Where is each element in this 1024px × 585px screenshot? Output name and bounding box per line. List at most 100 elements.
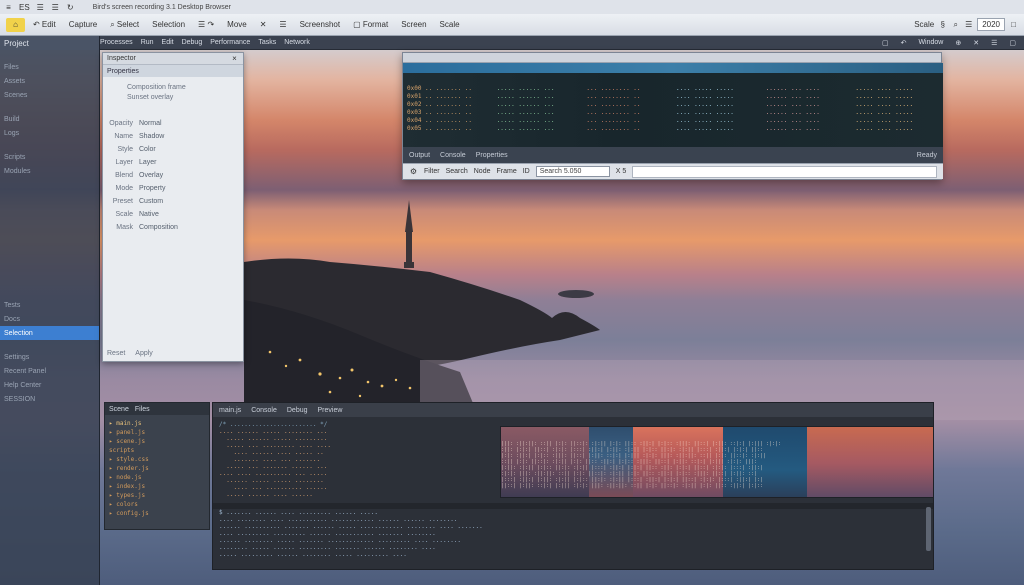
toolbar-screenshot-button[interactable]: Screenshot bbox=[295, 18, 345, 32]
tree-item[interactable]: ▸ main.js bbox=[109, 419, 209, 428]
menu-debug[interactable]: Debug bbox=[182, 39, 203, 46]
sidebar-item-modules[interactable]: Modules bbox=[0, 164, 99, 178]
tree-item[interactable]: ▸ colors bbox=[109, 500, 209, 509]
add-icon[interactable]: ⊕ bbox=[955, 39, 961, 47]
status-properties[interactable]: Properties bbox=[476, 152, 508, 159]
property-value[interactable]: Native bbox=[139, 211, 159, 218]
tree-item[interactable]: ▸ scene.js bbox=[109, 437, 209, 446]
apply-button[interactable]: Apply bbox=[135, 350, 153, 357]
property-value[interactable]: Normal bbox=[139, 120, 162, 127]
refresh-icon[interactable]: ↻ bbox=[66, 3, 75, 12]
tree-item[interactable]: scripts bbox=[109, 446, 209, 455]
tree-item[interactable]: ▸ render.js bbox=[109, 464, 209, 473]
toolbar-select-button[interactable]: ⌕ Select bbox=[105, 18, 144, 32]
tab-main-js[interactable]: main.js bbox=[219, 407, 241, 414]
tab-debug[interactable]: Debug bbox=[287, 407, 308, 414]
status-console[interactable]: Console bbox=[440, 152, 466, 159]
toolbar-home-button[interactable]: ⌂ bbox=[6, 17, 25, 32]
editor-scrollbar[interactable] bbox=[926, 507, 931, 551]
list-icon[interactable]: ☰ bbox=[36, 3, 45, 12]
property-value[interactable]: Layer bbox=[139, 159, 157, 166]
menu-network[interactable]: Network bbox=[284, 39, 310, 46]
tab-scene[interactable]: Scene bbox=[109, 406, 129, 413]
property-row[interactable]: Style Color bbox=[103, 143, 243, 156]
terminal-view[interactable]: $ ....... ...... .... ......... ...... .… bbox=[219, 509, 909, 567]
sidebar-item-logs[interactable]: Logs bbox=[0, 126, 99, 140]
property-row[interactable]: Name Shadow bbox=[103, 130, 243, 143]
tree-item[interactable]: ▸ index.js bbox=[109, 482, 209, 491]
frame-label[interactable]: Frame bbox=[496, 168, 516, 175]
sidebar-item-tests[interactable]: Tests bbox=[0, 298, 99, 312]
window-icon[interactable]: □ bbox=[1009, 20, 1018, 29]
tree-item[interactable]: ▸ style.css bbox=[109, 455, 209, 464]
property-value[interactable]: Custom bbox=[139, 198, 163, 205]
undo-icon[interactable]: ↶ bbox=[901, 39, 907, 47]
gear-icon[interactable]: ⚙ bbox=[409, 167, 418, 176]
tree-item[interactable]: ▸ panel.js bbox=[109, 428, 209, 437]
sidebar-item-files[interactable]: Files bbox=[0, 60, 99, 74]
property-row[interactable]: Mode Property bbox=[103, 182, 243, 195]
id-label[interactable]: ID bbox=[523, 168, 530, 175]
property-row[interactable]: Preset Custom bbox=[103, 195, 243, 208]
tree-item[interactable]: ▸ types.js bbox=[109, 491, 209, 500]
menu-edit[interactable]: Edit bbox=[162, 39, 174, 46]
tab-console[interactable]: Console bbox=[251, 407, 277, 414]
menu-icon-right[interactable]: ☰ bbox=[964, 20, 973, 29]
preview-timeline[interactable]: |||: :||:||: ::|| |:|: ||::|: :|:|| |:|:… bbox=[500, 426, 934, 498]
node-label[interactable]: Node bbox=[474, 168, 491, 175]
property-value[interactable]: Overlay bbox=[139, 172, 163, 179]
scale-label[interactable]: Scale bbox=[914, 20, 934, 29]
menu-icon[interactable]: ≡ bbox=[4, 3, 13, 12]
sidebar-item-scenes[interactable]: Scenes bbox=[0, 88, 99, 102]
property-value[interactable]: Shadow bbox=[139, 133, 164, 140]
menu-processes[interactable]: Processes bbox=[100, 39, 133, 46]
property-value[interactable]: Composition bbox=[139, 224, 178, 231]
toolbar-list-button[interactable]: ☰ bbox=[274, 18, 291, 32]
status-output[interactable]: Output bbox=[409, 152, 430, 159]
property-row[interactable]: Mask Composition bbox=[103, 221, 243, 234]
toolbar-screen-button[interactable]: Screen bbox=[396, 18, 431, 32]
zoom-field[interactable]: 2020 bbox=[977, 18, 1005, 31]
sidebar-footer-recent[interactable]: Recent Panel bbox=[0, 364, 99, 378]
panel-icon[interactable]: ▢ bbox=[882, 39, 889, 47]
tree-item[interactable]: ▸ node.js bbox=[109, 473, 209, 482]
filter-label[interactable]: Filter bbox=[424, 168, 440, 175]
log-data-view[interactable]: 0x00 .. ....... .. 0x01 .. ....... .. 0x… bbox=[403, 63, 943, 147]
toolbar-capture-button[interactable]: Capture bbox=[64, 18, 102, 32]
property-row[interactable]: Blend Overlay bbox=[103, 169, 243, 182]
toolbar-redo-button[interactable]: ☰ ↷ bbox=[193, 18, 219, 32]
close-icon[interactable]: × bbox=[230, 54, 239, 63]
sidebar-item-build[interactable]: Build bbox=[0, 112, 99, 126]
window-menu[interactable]: Window bbox=[918, 39, 943, 47]
sidebar-item-docs[interactable]: Docs bbox=[0, 312, 99, 326]
sidebar-footer-session[interactable]: SESSION bbox=[0, 392, 99, 406]
menu-run[interactable]: Run bbox=[141, 39, 154, 46]
property-value[interactable]: Property bbox=[139, 185, 165, 192]
toolbar-move-button[interactable]: Move bbox=[222, 18, 252, 32]
tab-preview[interactable]: Preview bbox=[318, 407, 343, 414]
property-row[interactable]: Layer Layer bbox=[103, 156, 243, 169]
sidebar-item-scripts[interactable]: Scripts bbox=[0, 150, 99, 164]
app-switcher[interactable]: ES bbox=[19, 3, 30, 12]
tree-item[interactable]: ▸ config.js bbox=[109, 509, 209, 518]
maximize-icon[interactable]: ▢ bbox=[1009, 39, 1016, 47]
log-window-titlebar[interactable] bbox=[403, 53, 941, 63]
sidebar-footer-help[interactable]: Help Center bbox=[0, 378, 99, 392]
list-icon-3[interactable]: ☰ bbox=[991, 39, 997, 47]
toolbar-selection-button[interactable]: Selection bbox=[147, 18, 190, 32]
toolbar-scale-button[interactable]: Scale bbox=[435, 18, 465, 32]
tab-files[interactable]: Files bbox=[135, 406, 150, 413]
search-input[interactable]: Search 5.050 bbox=[535, 166, 610, 177]
section-icon[interactable]: § bbox=[938, 20, 947, 29]
property-value[interactable]: Color bbox=[139, 146, 156, 153]
sidebar-footer-settings[interactable]: Settings bbox=[0, 350, 99, 364]
search-label[interactable]: Search bbox=[446, 168, 468, 175]
search-icon[interactable]: ⌕ bbox=[951, 20, 960, 29]
close-icon[interactable]: ✕ bbox=[973, 39, 979, 47]
command-input[interactable] bbox=[632, 165, 937, 178]
sidebar-item-selected[interactable]: Selection bbox=[0, 326, 99, 340]
toolbar-close-button[interactable]: ✕ bbox=[255, 18, 272, 32]
list-icon-2[interactable]: ☰ bbox=[51, 3, 60, 12]
code-view[interactable]: /* ........................ */ .... ....… bbox=[219, 421, 501, 501]
property-row[interactable]: Scale Native bbox=[103, 208, 243, 221]
